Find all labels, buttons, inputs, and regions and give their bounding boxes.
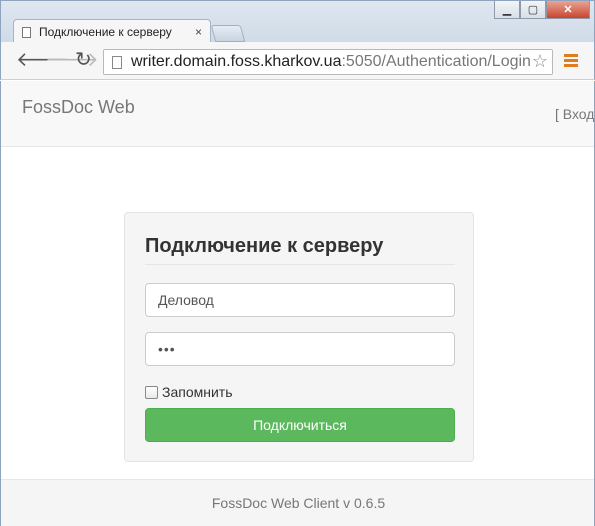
remember-checkbox[interactable]	[145, 385, 158, 399]
bookmark-star-icon[interactable]: ☆	[531, 51, 548, 72]
new-tab-button[interactable]	[210, 25, 246, 42]
page-icon	[112, 55, 122, 69]
page-footer: FossDoc Web Client v 0.6.5	[1, 479, 594, 526]
tab-close-icon[interactable]: ×	[195, 25, 202, 39]
remember-label: Запомнить	[162, 384, 233, 400]
reload-icon[interactable]: ↻	[75, 49, 92, 71]
connect-button[interactable]: Подключиться	[145, 408, 455, 442]
login-link[interactable]: [ Вход ]	[555, 106, 594, 122]
url-text: writer.domain.foss.kharkov.ua:5050/Authe…	[131, 53, 531, 71]
url-host: writer.domain.foss.kharkov.ua	[131, 53, 342, 70]
url-path: :5050/Authentication/Login	[341, 53, 531, 70]
login-panel: Подключение к серверу Запомнить Подключи…	[124, 212, 474, 462]
page-viewport: FossDoc Web [ Вход ] Подключение к серве…	[0, 81, 595, 526]
site-navbar: FossDoc Web [ Вход ]	[1, 81, 594, 147]
brand-link[interactable]: FossDoc Web	[22, 97, 135, 118]
browser-toolbar: 🡐 🡒 ↻ writer.domain.foss.kharkov.ua:5050…	[0, 42, 595, 80]
window-titlebar: ▁ ▢ ✕ Подключение к серверу ×	[0, 0, 595, 44]
login-title: Подключение к серверу	[145, 235, 455, 265]
hamburger-menu-icon[interactable]	[564, 54, 578, 69]
footer-version: FossDoc Web Client v 0.6.5	[211, 495, 386, 511]
tab-title: Подключение к серверу	[39, 25, 172, 39]
window-controls: ▁ ▢ ✕	[494, 1, 590, 19]
close-window-button[interactable]: ✕	[546, 1, 590, 19]
username-field[interactable]	[145, 283, 455, 317]
browser-tab[interactable]: Подключение к серверу ×	[13, 19, 211, 44]
remember-me[interactable]: Запомнить	[145, 384, 233, 400]
minimize-button[interactable]: ▁	[494, 1, 520, 19]
maximize-button[interactable]: ▢	[520, 1, 546, 19]
address-bar[interactable]: writer.domain.foss.kharkov.ua:5050/Authe…	[103, 49, 553, 75]
password-field[interactable]	[145, 332, 455, 366]
page-icon	[22, 26, 31, 38]
